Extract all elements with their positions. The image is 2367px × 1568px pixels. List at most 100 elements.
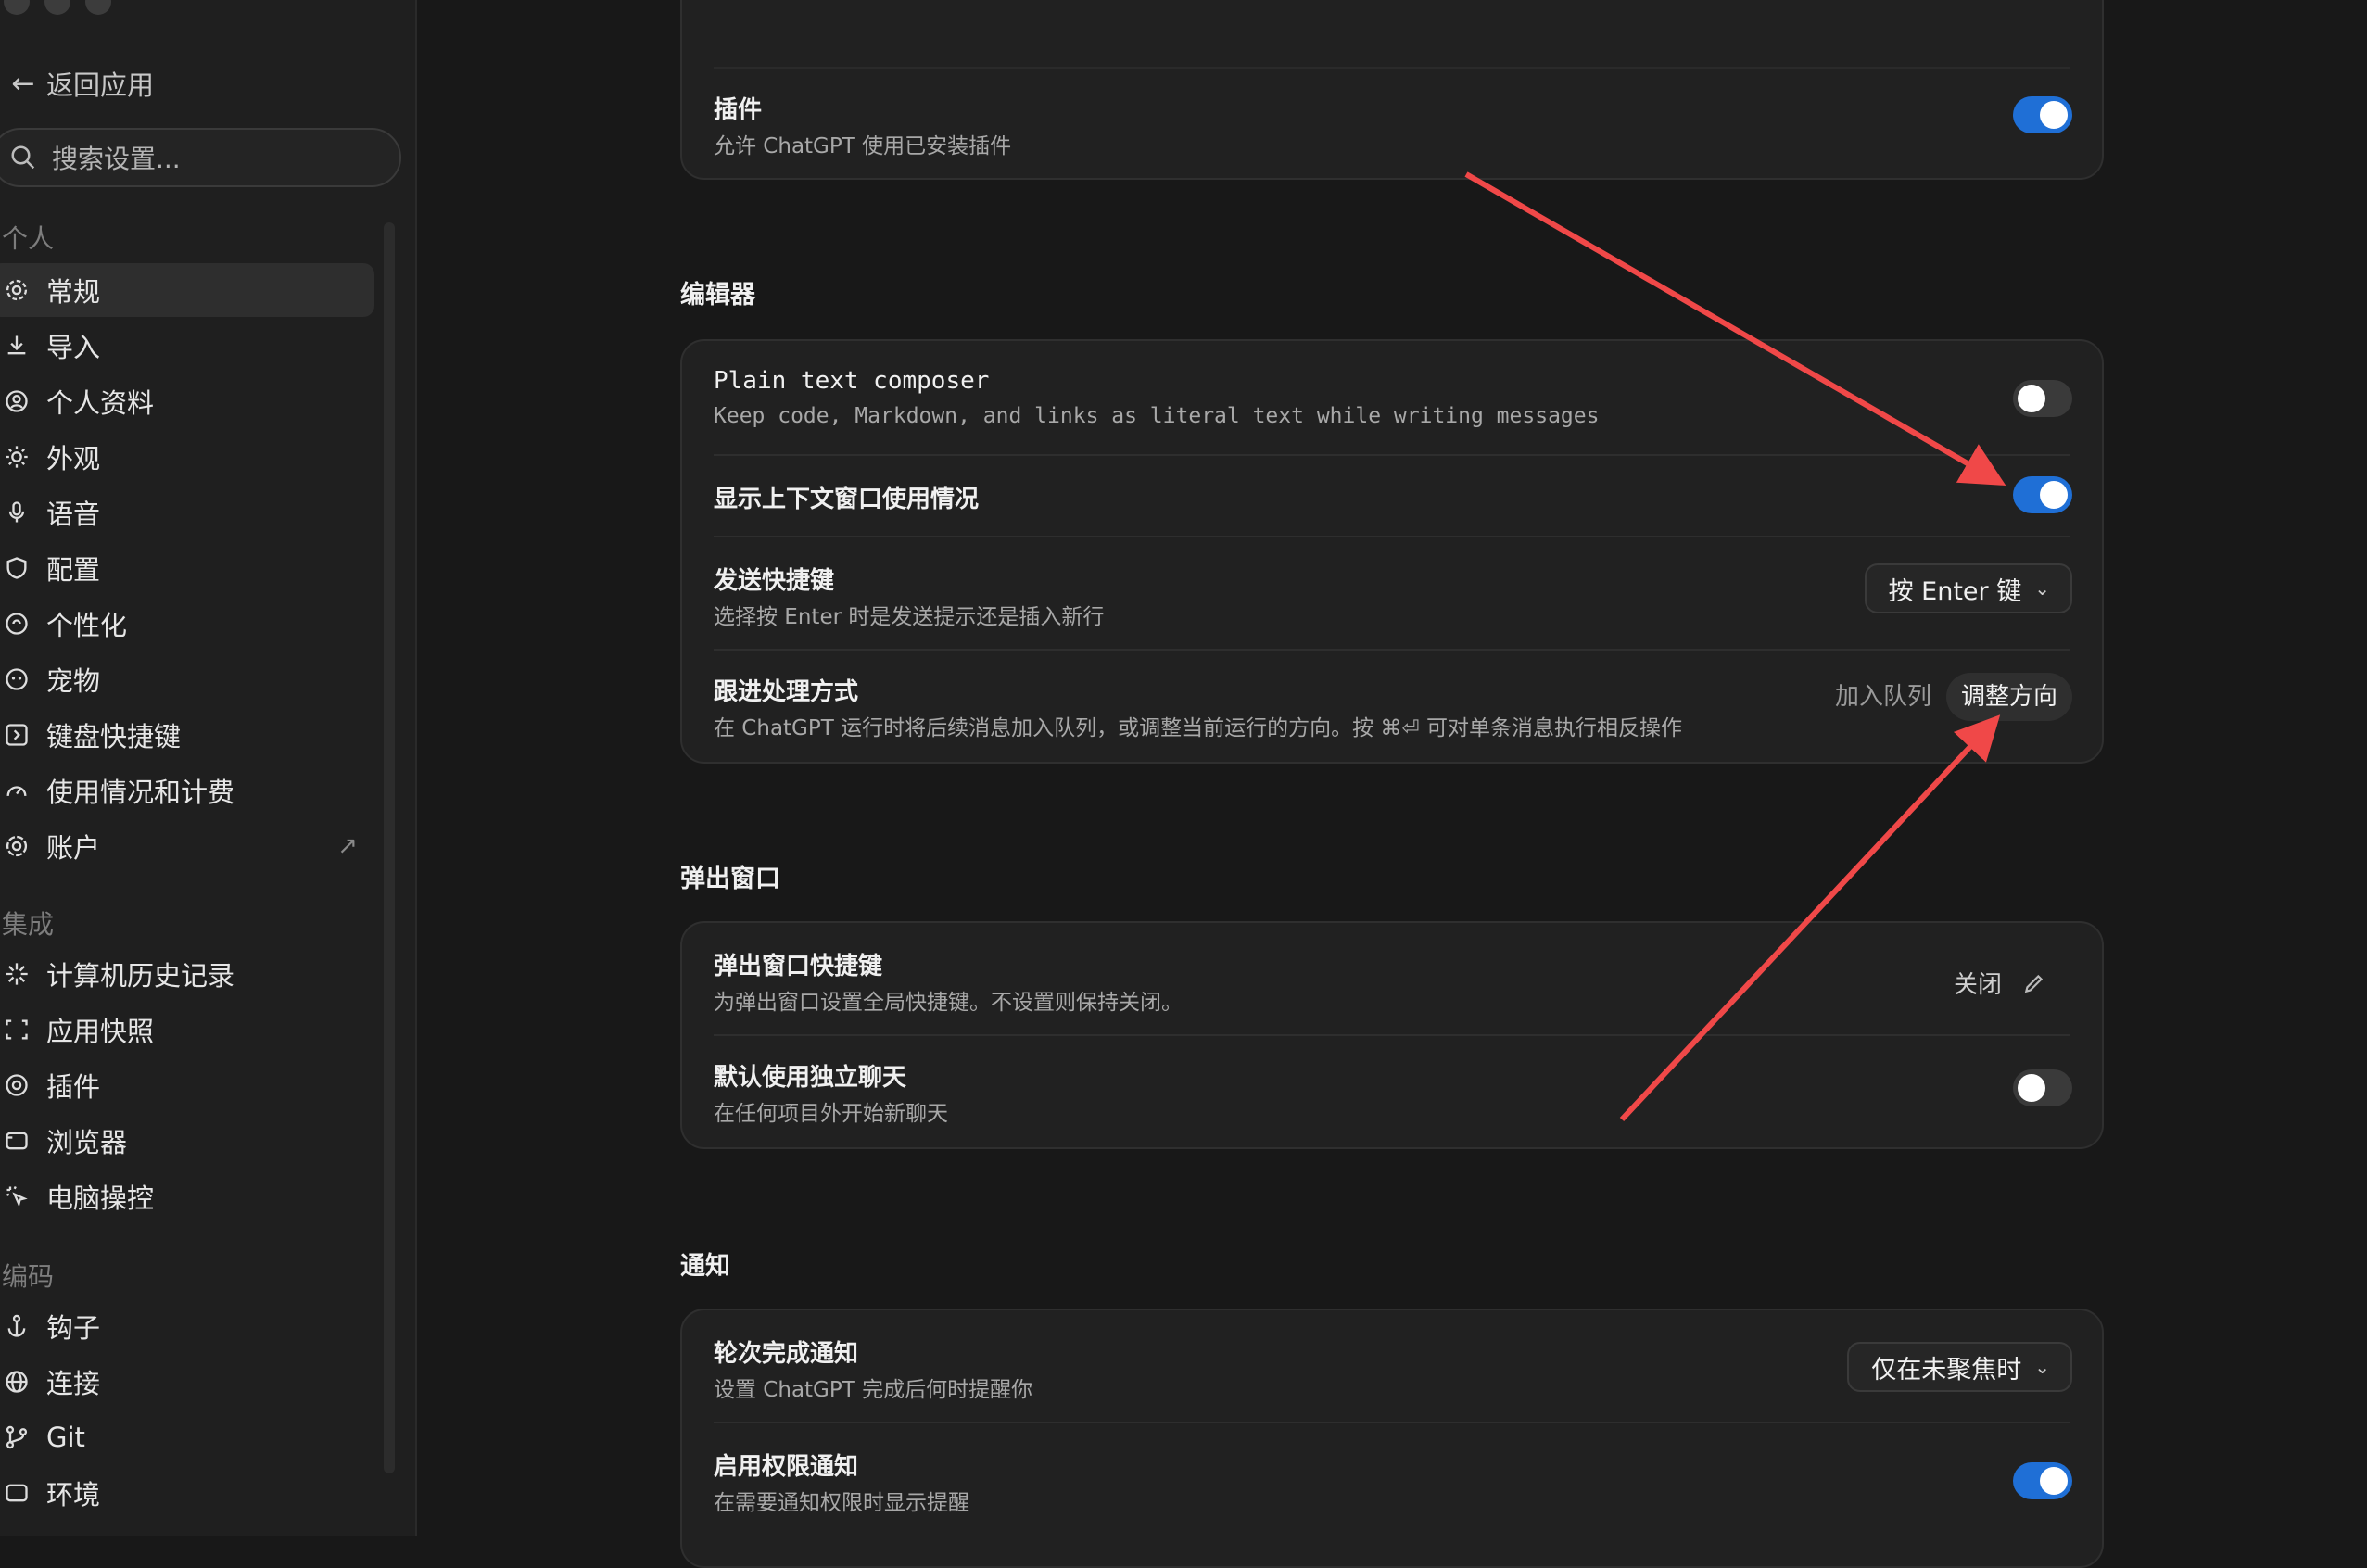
shield-icon <box>0 551 33 585</box>
popup-shortcut-value[interactable]: 关闭 <box>1954 966 2046 1000</box>
pet-icon <box>0 663 33 696</box>
plugins-toggle[interactable] <box>2013 96 2072 133</box>
sidebar-item-browser[interactable]: 浏览器 <box>0 1114 374 1168</box>
context-usage-toggle[interactable] <box>2013 476 2072 513</box>
turn-complete-select[interactable]: 仅在未聚焦时 ⌄ <box>1847 1342 2072 1392</box>
plugins-title: 插件 <box>714 96 763 124</box>
sidebar-item-label: 连接 <box>46 1368 101 1399</box>
plain-text-toggle[interactable] <box>2013 380 2072 417</box>
globe-icon <box>0 1365 33 1398</box>
openai-icon <box>0 829 33 863</box>
sidebar-item-label: 配置 <box>46 554 101 586</box>
sidebar-scrollbar[interactable] <box>384 222 395 1473</box>
plugin-icon <box>0 1069 33 1102</box>
permission-notify-title: 启用权限通知 <box>714 1453 859 1481</box>
followup-segmented-control: 加入队列 调整方向 <box>1820 673 2072 721</box>
sidebar-item-label: 账户 <box>46 832 101 864</box>
profile-icon <box>0 385 33 418</box>
mic-icon <box>0 496 33 529</box>
standalone-chat-desc: 在任何项目外开始新聊天 <box>714 1102 948 1126</box>
personalize-icon <box>0 607 33 640</box>
search-input[interactable]: 搜索设置... <box>0 128 401 187</box>
sidebar-item-general[interactable]: 常规 <box>0 263 374 317</box>
editor-heading: 编辑器 <box>680 281 755 310</box>
sidebar-item-computer-history[interactable]: 计算机历史记录 <box>0 947 374 1001</box>
environment-icon <box>0 1476 33 1510</box>
sidebar-item-config[interactable]: 配置 <box>0 541 374 595</box>
section-personal: 个人 <box>2 223 55 254</box>
standalone-chat-toggle[interactable] <box>2013 1069 2072 1106</box>
standalone-chat-title: 默认使用独立聊天 <box>714 1064 907 1092</box>
maximize-window-button[interactable] <box>85 0 111 15</box>
sidebar-item-environment[interactable]: 环境 <box>0 1466 374 1520</box>
settings-sidebar: ← 返回应用 搜索设置... 个人 常规 导入 个人资料 外观 语音 配置 个性… <box>0 0 417 1536</box>
gauge-icon <box>0 774 33 807</box>
sidebar-item-label: 常规 <box>46 276 101 308</box>
sidebar-item-usage-billing[interactable]: 使用情况和计费 <box>0 764 374 817</box>
permission-notify-row: 启用权限通知 在需要通知权限时显示提醒 <box>682 1423 2102 1535</box>
plain-text-desc: Keep code, Markdown, and links as litera… <box>714 404 1600 428</box>
context-usage-title: 显示上下文窗口使用情况 <box>714 486 980 513</box>
editor-card: Plain text composer Keep code, Markdown,… <box>680 339 2104 764</box>
followup-option-steer[interactable]: 调整方向 <box>1945 673 2072 721</box>
back-to-app-link[interactable]: ← 返回应用 <box>0 61 154 106</box>
sidebar-item-label: 钩子 <box>46 1312 101 1344</box>
browser-icon <box>0 1124 33 1157</box>
sidebar-item-label: 语音 <box>46 499 101 530</box>
sparkle-icon <box>0 957 33 991</box>
sidebar-item-pet[interactable]: 宠物 <box>0 652 374 706</box>
sidebar-item-app-snapshot[interactable]: 应用快照 <box>0 1003 374 1056</box>
sidebar-item-hooks[interactable]: 钩子 <box>0 1299 374 1353</box>
git-branch-icon <box>0 1421 33 1454</box>
sidebar-item-appearance[interactable]: 外观 <box>0 430 374 484</box>
plugins-card: 插件 允许 ChatGPT 使用已安装插件 <box>680 0 2104 180</box>
turn-complete-title: 轮次完成通知 <box>714 1340 859 1368</box>
sidebar-item-label: 个人资料 <box>46 387 155 419</box>
chevron-down-icon: ⌄ <box>2034 577 2050 600</box>
keyboard-icon <box>0 718 33 752</box>
send-shortcut-title: 发送快捷键 <box>714 567 835 595</box>
snapshot-icon <box>0 1013 33 1046</box>
sidebar-item-keyboard-shortcuts[interactable]: 键盘快捷键 <box>0 708 374 762</box>
toggle-knob <box>2040 481 2068 509</box>
minimize-window-button[interactable] <box>44 0 70 15</box>
sidebar-item-label: 外观 <box>46 443 101 474</box>
search-placeholder: 搜索设置... <box>52 144 181 174</box>
sidebar-item-label: 浏览器 <box>46 1127 128 1158</box>
sidebar-item-label: 宠物 <box>46 665 101 697</box>
permission-notify-toggle[interactable] <box>2013 1462 2072 1499</box>
sidebar-item-personalization[interactable]: 个性化 <box>0 597 374 651</box>
arrow-left-icon: ← <box>11 67 35 100</box>
sidebar-item-label: 计算机历史记录 <box>46 960 235 992</box>
send-shortcut-select[interactable]: 按 Enter 键 ⌄ <box>1864 563 2072 613</box>
external-link-icon: ↗ <box>337 832 358 860</box>
popup-shortcut-desc: 为弹出窗口设置全局快捷键。不设置则保持关闭。 <box>714 991 1183 1015</box>
pencil-icon[interactable] <box>2022 971 2046 995</box>
popup-shortcut-row: 弹出窗口快捷键 为弹出窗口设置全局快捷键。不设置则保持关闭。 关闭 <box>682 923 2102 1034</box>
notifications-card: 轮次完成通知 设置 ChatGPT 完成后何时提醒你 仅在未聚焦时 ⌄ 启用权限… <box>680 1309 2104 1568</box>
search-icon <box>11 145 35 170</box>
send-shortcut-row: 发送快捷键 选择按 Enter 时是发送提示还是插入新行 按 Enter 键 ⌄ <box>682 537 2102 649</box>
cursor-click-icon <box>0 1180 33 1213</box>
toggle-knob <box>2040 101 2068 129</box>
sidebar-item-account[interactable]: 账户 ↗ <box>0 819 374 873</box>
followup-option-queue[interactable]: 加入队列 <box>1820 673 1946 721</box>
sidebar-item-connections[interactable]: 连接 <box>0 1355 374 1409</box>
close-window-button[interactable] <box>4 0 30 15</box>
sidebar-item-label: 应用快照 <box>46 1016 155 1047</box>
popup-shortcut-title: 弹出窗口快捷键 <box>714 953 883 980</box>
toggle-knob <box>2018 385 2045 412</box>
section-coding: 编码 <box>2 1261 55 1292</box>
back-label: 返回应用 <box>46 70 155 101</box>
sidebar-item-label: 环境 <box>46 1479 101 1511</box>
notifications-heading: 通知 <box>680 1252 730 1281</box>
sidebar-item-import[interactable]: 导入 <box>0 319 374 373</box>
sun-icon <box>0 440 33 474</box>
followup-title: 跟进处理方式 <box>714 678 859 706</box>
plugins-desc: 允许 ChatGPT 使用已安装插件 <box>714 134 1012 158</box>
sidebar-item-profile[interactable]: 个人资料 <box>0 374 374 428</box>
sidebar-item-computer-control[interactable]: 电脑操控 <box>0 1170 374 1223</box>
sidebar-item-plugins[interactable]: 插件 <box>0 1058 374 1112</box>
sidebar-item-git[interactable]: Git <box>0 1410 374 1464</box>
sidebar-item-voice[interactable]: 语音 <box>0 486 374 539</box>
